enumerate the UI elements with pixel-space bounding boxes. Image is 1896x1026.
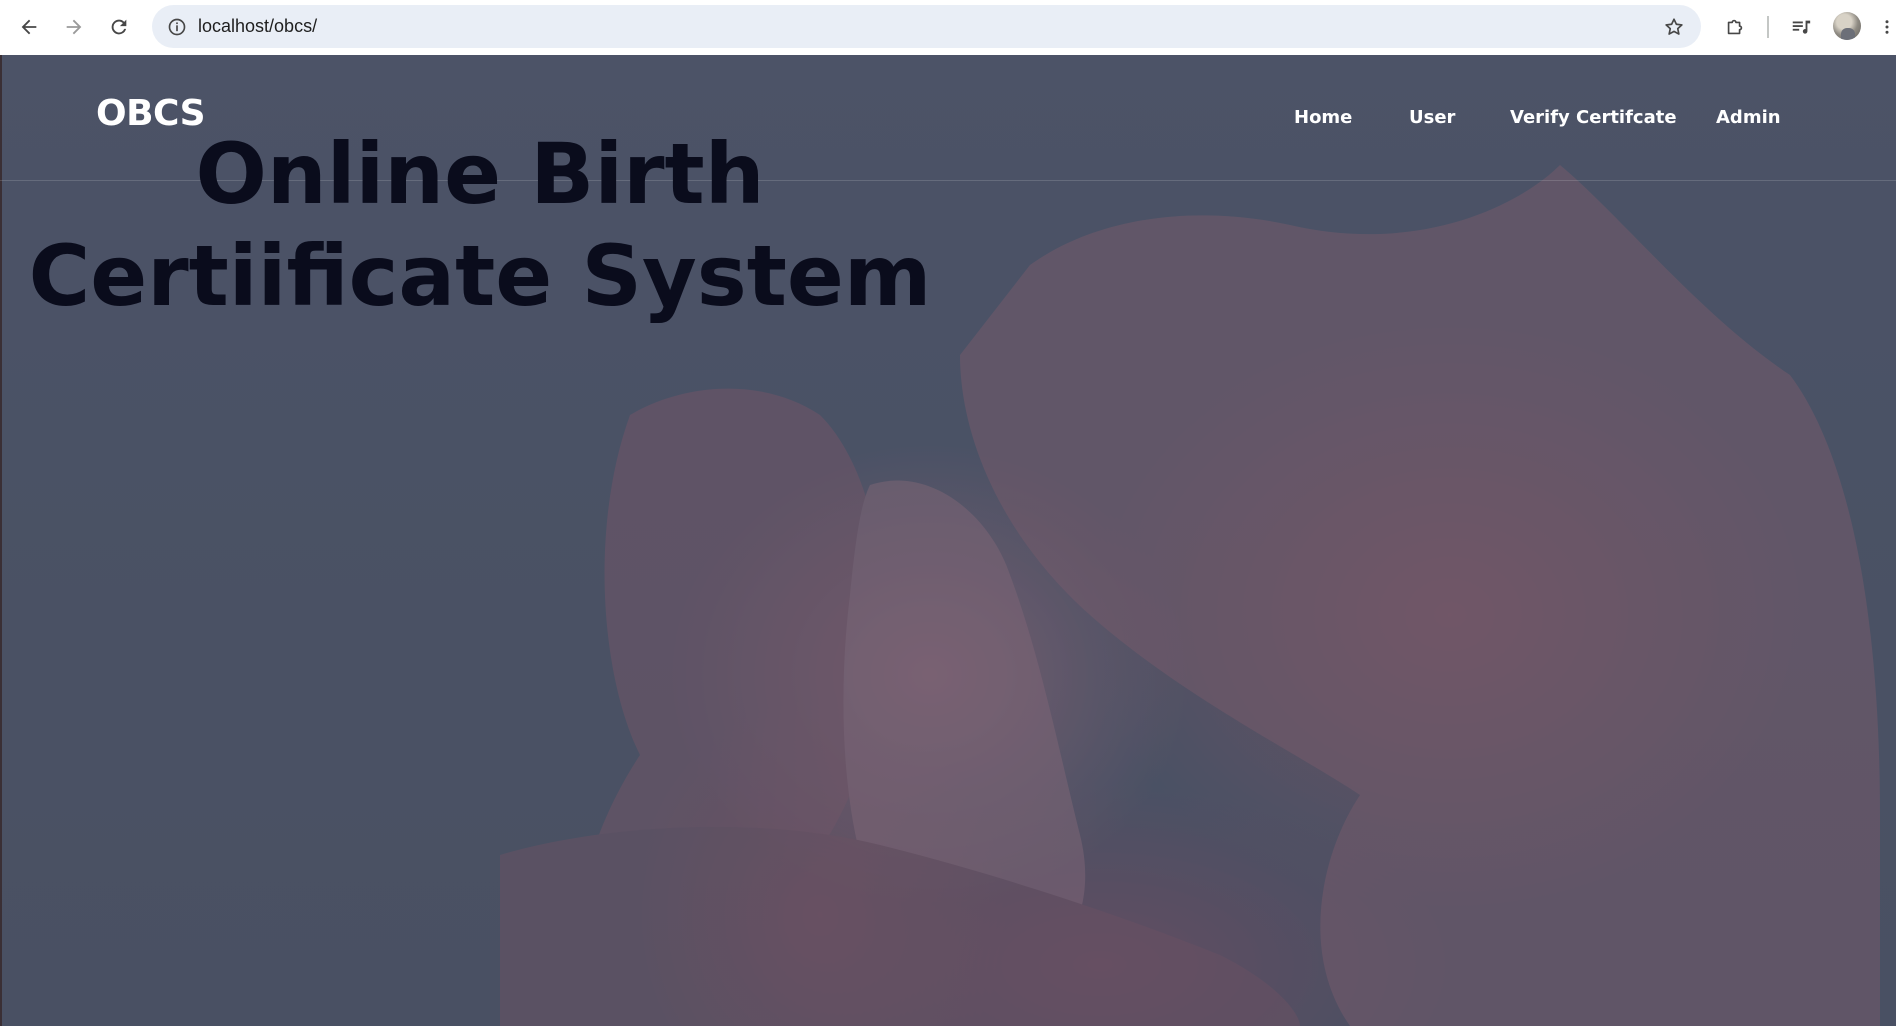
avatar[interactable] bbox=[1833, 12, 1861, 40]
url-text[interactable]: localhost/obcs/ bbox=[198, 5, 317, 48]
back-button[interactable] bbox=[12, 10, 46, 44]
back-arrow-icon bbox=[21, 19, 37, 35]
browser-toolbar: localhost/obcs/ bbox=[0, 0, 1896, 55]
nav-link-home[interactable]: Home bbox=[1294, 107, 1352, 128]
puzzle-icon bbox=[1727, 19, 1743, 35]
info-icon bbox=[168, 18, 186, 36]
media-queue-icon bbox=[1792, 20, 1811, 34]
forward-button[interactable] bbox=[57, 10, 91, 44]
nav-link-user[interactable]: User bbox=[1409, 107, 1455, 128]
address-bar[interactable]: localhost/obcs/ bbox=[152, 5, 1701, 48]
bookmark-button[interactable] bbox=[1661, 14, 1687, 40]
browser-menu-button[interactable] bbox=[1878, 12, 1896, 42]
toolbar-divider bbox=[1767, 16, 1769, 38]
reload-button[interactable] bbox=[102, 10, 136, 44]
nav-link-admin[interactable]: Admin bbox=[1716, 107, 1781, 128]
hero-title: Online Birth Certiificate System bbox=[28, 125, 932, 325]
page-viewport: OBCS Home User Verify Certifcate Admin O… bbox=[0, 55, 1896, 1026]
extensions-button[interactable] bbox=[1720, 12, 1750, 42]
kebab-menu-icon bbox=[1885, 20, 1889, 34]
forward-arrow-icon bbox=[66, 19, 82, 35]
nav-link-verify-certificate[interactable]: Verify Certifcate bbox=[1510, 107, 1677, 128]
reload-icon bbox=[111, 19, 127, 35]
star-icon bbox=[1665, 18, 1683, 35]
media-queue-button[interactable] bbox=[1786, 12, 1816, 42]
site-info-button[interactable] bbox=[164, 14, 190, 40]
